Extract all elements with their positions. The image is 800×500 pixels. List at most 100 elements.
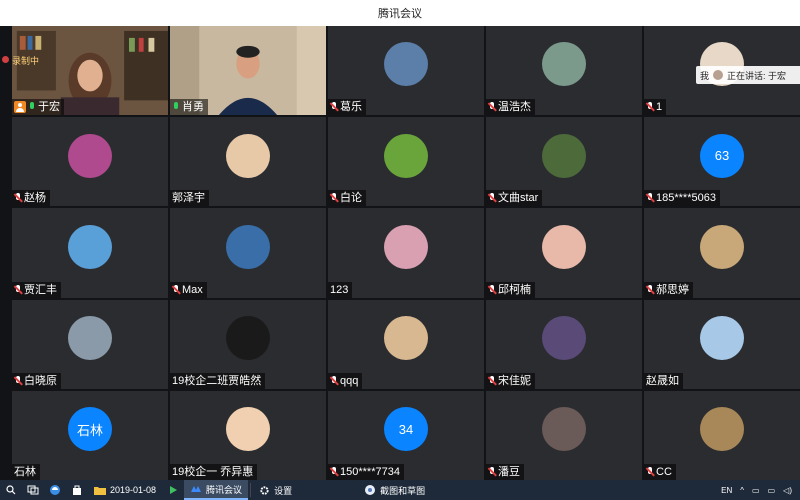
taskbar-item-snip[interactable]: 截图和草图	[358, 480, 431, 500]
participant-avatar	[542, 42, 586, 87]
participant-tile[interactable]: 肖勇	[170, 26, 326, 116]
participant-tile[interactable]: 郝思婷	[644, 208, 800, 298]
participant-grid: 于宏 肖勇 葛乐 温浩杰 1 赵杨 郭泽宇 白论 文曲star 63 185****5063 贾汇丰 M…	[12, 26, 800, 480]
participant-tile[interactable]: 赵杨	[12, 117, 168, 207]
participant-tile[interactable]: 34 150****7734	[328, 390, 484, 480]
participant-name: 潘豆	[498, 465, 520, 478]
participant-name: 于宏	[38, 101, 60, 114]
gear-icon	[260, 485, 269, 495]
mic-muted-icon	[488, 284, 496, 295]
network-icon[interactable]: ▭	[752, 486, 760, 495]
participant-nameplate: 肖勇	[170, 99, 208, 116]
participant-name: 123	[330, 283, 349, 296]
taskbar-item-folder[interactable]: 2019-01-08	[88, 480, 162, 500]
participant-nameplate: 郭泽宇	[170, 190, 209, 207]
volume-icon[interactable]: ◁)	[783, 486, 792, 495]
participant-avatar	[226, 407, 270, 452]
participant-avatar: 34	[384, 407, 428, 452]
participant-tile[interactable]: 63 185****5063	[644, 117, 800, 207]
task-view-icon[interactable]	[22, 480, 44, 500]
participant-tile[interactable]: 石林 石林	[12, 390, 168, 480]
battery-icon[interactable]: ▭	[768, 486, 776, 495]
participant-tile[interactable]: 白论	[328, 117, 484, 207]
participant-avatar	[226, 315, 270, 360]
mic-muted-icon	[488, 193, 496, 203]
taskbar-item-settings[interactable]: 设置	[253, 480, 298, 500]
taskbar-folder-label: 2019-01-08	[110, 485, 157, 495]
participant-avatar	[700, 315, 744, 360]
participant-name: Max	[182, 283, 203, 296]
participant-nameplate: 文曲star	[486, 190, 543, 207]
participant-tile[interactable]: 19校企一 乔异惠	[170, 390, 326, 480]
participant-tile[interactable]: 贾汇丰	[12, 208, 168, 298]
tray-chevron-up-icon[interactable]: ^	[740, 486, 744, 495]
participant-tile[interactable]: 葛乐	[328, 26, 484, 116]
mic-muted-icon	[330, 193, 338, 203]
taskbar-item-tencent-meeting[interactable]: 腾讯会议	[184, 480, 249, 500]
participant-nameplate: 葛乐	[328, 99, 366, 116]
participant-avatar	[384, 133, 428, 178]
participant-avatar	[542, 133, 586, 178]
participant-avatar	[226, 133, 270, 178]
participant-nameplate: 白论	[328, 190, 366, 207]
participant-tile[interactable]: 白晓原	[12, 299, 168, 389]
participant-name: qqq	[340, 374, 359, 387]
mic-muted-icon	[646, 102, 654, 112]
mic-icon	[28, 102, 36, 112]
participant-name: 葛乐	[340, 101, 362, 114]
participant-nameplate: 潘豆	[486, 463, 524, 480]
participant-name: 温浩杰	[498, 101, 531, 114]
participant-tile[interactable]: 123	[328, 208, 484, 298]
participant-name: 邱柯楠	[498, 283, 531, 296]
participant-tile[interactable]: 文曲star	[486, 117, 642, 207]
mic-muted-icon	[646, 466, 654, 477]
participant-nameplate: 贾汇丰	[12, 281, 61, 298]
mic-muted-icon	[14, 193, 22, 203]
taskbar-meeting-label: 腾讯会议	[206, 484, 243, 495]
participant-tile[interactable]: CC	[644, 390, 800, 480]
participant-tile[interactable]: 潘豆	[486, 390, 642, 480]
store-icon[interactable]	[66, 480, 88, 500]
participant-name: 郭泽宇	[172, 192, 205, 205]
mic-muted-icon	[488, 102, 496, 112]
participant-name: 1	[656, 101, 663, 114]
taskbar-snip-label: 截图和草图	[380, 485, 426, 496]
participant-tile[interactable]: 赵晟如	[644, 299, 800, 389]
participant-name: 白论	[340, 192, 362, 205]
folder-icon	[94, 487, 106, 495]
participant-tile[interactable]: 19校企二班贾皓然	[170, 299, 326, 389]
participant-tile[interactable]: 郭泽宇	[170, 117, 326, 207]
participant-tile[interactable]: 温浩杰	[486, 26, 642, 116]
participant-tile[interactable]: 于宏	[12, 26, 168, 116]
participant-avatar	[226, 224, 270, 269]
language-indicator[interactable]: EN	[721, 486, 732, 495]
participant-tile[interactable]: qqq	[328, 299, 484, 389]
mic-muted-icon	[330, 375, 338, 386]
participant-avatar	[542, 407, 586, 452]
participant-name: 赵晟如	[646, 374, 679, 387]
participant-name: 文曲star	[498, 192, 539, 205]
participant-tile[interactable]: 邱柯楠	[486, 208, 642, 298]
participant-avatar: 石林	[68, 407, 112, 452]
participant-avatar	[384, 42, 428, 87]
participant-avatar	[384, 315, 428, 360]
participant-tile[interactable]: Max	[170, 208, 326, 298]
participant-tile[interactable]: 宋佳妮	[486, 299, 642, 389]
mic-muted-icon	[646, 284, 654, 295]
participant-avatar	[68, 133, 112, 178]
participant-name: CC	[656, 465, 672, 478]
participant-nameplate: 185****5063	[644, 190, 720, 207]
mic-muted-icon	[14, 375, 22, 386]
left-edge	[0, 26, 12, 480]
speaker-me-label: 我	[700, 70, 710, 81]
mic-muted-icon	[172, 284, 180, 295]
participant-nameplate: 123	[328, 281, 353, 298]
participant-avatar	[700, 224, 744, 269]
participant-name: 赵杨	[24, 192, 46, 205]
search-icon[interactable]	[0, 480, 22, 500]
mic-muted-icon	[14, 284, 22, 295]
edge-browser-icon[interactable]	[44, 480, 66, 500]
media-player-icon[interactable]	[162, 480, 184, 500]
mic-muted-icon	[330, 102, 338, 112]
taskbar-settings-label: 设置	[274, 485, 293, 496]
